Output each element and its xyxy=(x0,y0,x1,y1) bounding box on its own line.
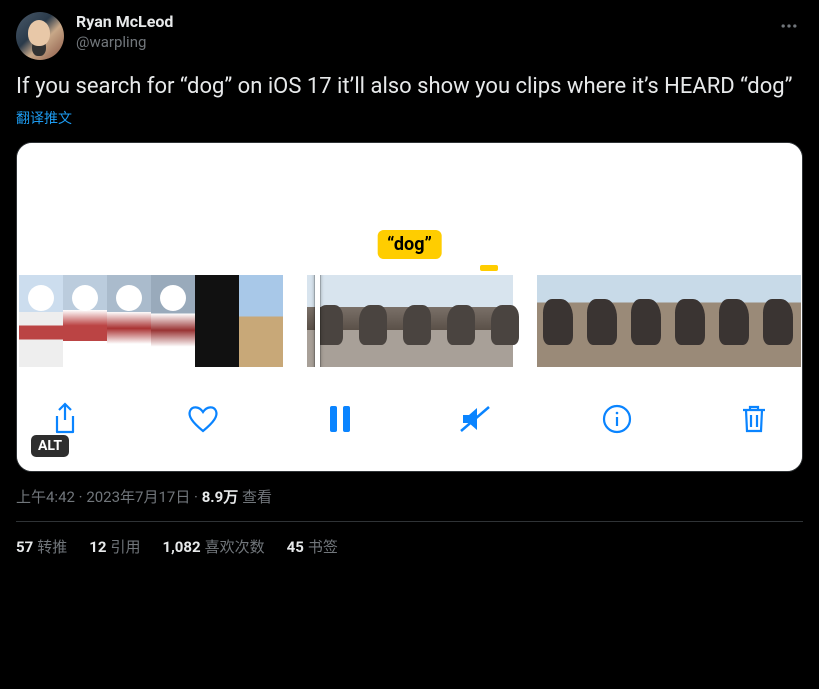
display-name: Ryan McLeod xyxy=(76,12,173,33)
tweet-header: Ryan McLeod @warpling xyxy=(16,12,803,60)
likes-stat[interactable]: 1,082喜欢次数 xyxy=(162,536,264,557)
thumbnail-frame xyxy=(625,275,669,367)
trash-icon xyxy=(740,403,768,435)
info-button[interactable] xyxy=(601,403,633,435)
thumbnail-frame xyxy=(351,275,395,367)
views-label: 查看 xyxy=(238,488,272,506)
tweet-date[interactable]: 2023年7月17日 xyxy=(86,488,190,506)
thumbnail-frame xyxy=(439,275,483,367)
media-whitespace: “dog” xyxy=(17,143,802,275)
like-button[interactable] xyxy=(186,404,220,434)
tweet-container: Ryan McLeod @warpling If you search for … xyxy=(0,0,819,569)
tweet-time[interactable]: 上午4:42 xyxy=(16,488,75,506)
translate-link[interactable]: 翻译推文 xyxy=(16,108,72,128)
tweet-stats: 57转推 12引用 1,082喜欢次数 45书签 xyxy=(16,522,803,557)
media-toolbar xyxy=(17,367,802,471)
video-timeline[interactable] xyxy=(17,275,802,367)
clip-group-1[interactable] xyxy=(19,275,283,367)
thumbnail-frame xyxy=(581,275,625,367)
thumbnail-frame xyxy=(151,275,195,367)
avatar[interactable] xyxy=(16,12,64,60)
retweets-stat[interactable]: 57转推 xyxy=(16,536,67,557)
alt-badge[interactable]: ALT xyxy=(31,435,69,457)
thumbnail-frame xyxy=(669,275,713,367)
thumbnail-frame xyxy=(713,275,757,367)
heart-icon xyxy=(186,404,220,434)
thumbnail-frame xyxy=(483,275,513,367)
author-names[interactable]: Ryan McLeod @warpling xyxy=(76,12,173,52)
handle: @warpling xyxy=(76,33,173,53)
timeline-marker xyxy=(480,265,498,271)
clip-group-2[interactable] xyxy=(307,275,513,367)
media-card[interactable]: “dog” xyxy=(16,142,803,472)
bookmarks-stat[interactable]: 45书签 xyxy=(287,536,338,557)
pause-button[interactable] xyxy=(328,404,352,434)
views-count: 8.9万 xyxy=(202,488,239,506)
share-button[interactable] xyxy=(51,402,79,436)
more-button[interactable] xyxy=(775,12,803,40)
search-term-tooltip: “dog” xyxy=(377,230,442,259)
speaker-muted-icon xyxy=(459,404,493,434)
quotes-stat[interactable]: 12引用 xyxy=(89,536,140,557)
thumbnail-frame xyxy=(63,275,107,367)
clip-group-3[interactable] xyxy=(537,275,801,367)
playhead[interactable] xyxy=(315,275,320,367)
thumbnail-frame xyxy=(757,275,801,367)
info-icon xyxy=(601,403,633,435)
thumbnail-frame xyxy=(19,275,63,367)
thumbnail-frame xyxy=(107,275,151,367)
thumbnail-frame xyxy=(195,275,239,367)
thumbnail-frame xyxy=(395,275,439,367)
tweet-meta: 上午4:42 · 2023年7月17日 · 8.9万 查看 xyxy=(16,486,803,522)
share-icon xyxy=(51,402,79,436)
more-icon xyxy=(779,16,799,36)
delete-button[interactable] xyxy=(740,403,768,435)
thumbnail-frame xyxy=(307,275,351,367)
tweet-text: If you search for “dog” on iOS 17 it’ll … xyxy=(16,72,803,102)
pause-icon xyxy=(328,404,352,434)
thumbnail-frame xyxy=(537,275,581,367)
mute-button[interactable] xyxy=(459,404,493,434)
thumbnail-frame xyxy=(239,275,283,367)
